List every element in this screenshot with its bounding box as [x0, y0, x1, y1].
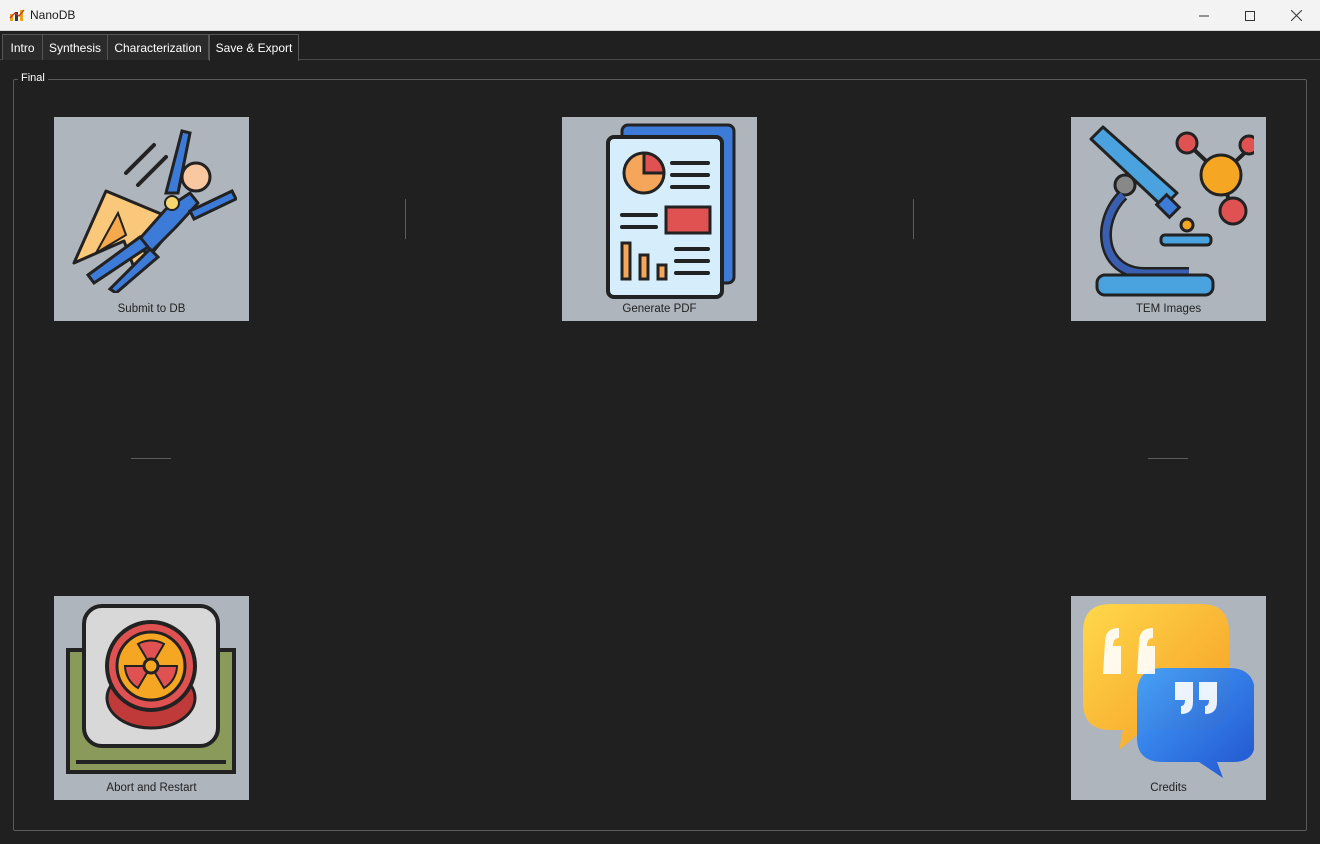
separator [1148, 458, 1188, 459]
tab-label: Intro [10, 40, 35, 55]
tab-synthesis[interactable]: Synthesis [42, 34, 108, 60]
separator [131, 458, 171, 459]
tab-bar: Intro Synthesis Characterization Save & … [0, 31, 1320, 61]
groupbox-title: Final [18, 72, 48, 84]
close-button[interactable] [1273, 0, 1319, 31]
radiation-button-icon [66, 604, 236, 774]
tab-intro[interactable]: Intro [2, 34, 43, 60]
title-bar[interactable]: NanoDB [0, 0, 1320, 31]
button-label: Submit to DB [117, 303, 186, 315]
tab-label: Synthesis [48, 40, 102, 55]
microscope-molecule-icon [1089, 125, 1254, 297]
tem-images-button[interactable]: TEM Images [1071, 117, 1266, 321]
nanodb-logo-icon [9, 9, 25, 21]
minimize-button[interactable] [1181, 0, 1227, 31]
submit-to-db-button[interactable]: Submit to DB [54, 117, 249, 321]
report-document-icon [606, 123, 736, 299]
credits-button[interactable]: Credits [1071, 596, 1266, 800]
generate-pdf-button[interactable]: Generate PDF [562, 117, 757, 321]
button-label: Generate PDF [622, 303, 697, 315]
speech-bubbles-quotes-icon [1083, 604, 1254, 778]
window-title: NanoDB [30, 8, 76, 22]
tab-label: Characterization [114, 40, 202, 55]
abort-and-restart-button[interactable]: Abort and Restart [54, 596, 249, 800]
tab-label: Save & Export [215, 41, 293, 55]
superhero-flying-icon [72, 129, 237, 293]
separator [405, 199, 406, 239]
button-label: Abort and Restart [106, 782, 197, 794]
minimize-icon [1199, 15, 1209, 16]
maximize-button[interactable] [1227, 0, 1273, 31]
maximize-icon [1245, 10, 1255, 21]
button-label: TEM Images [1135, 303, 1202, 315]
tab-characterization[interactable]: Characterization [107, 34, 209, 60]
tab-save-export[interactable]: Save & Export [209, 34, 299, 61]
separator [913, 199, 914, 239]
button-label: Credits [1150, 782, 1187, 794]
close-icon [1290, 10, 1302, 21]
